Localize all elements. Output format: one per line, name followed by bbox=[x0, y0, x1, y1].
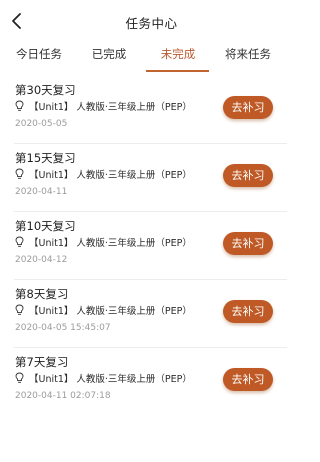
page-title: 任务中心 bbox=[125, 16, 178, 31]
item-title: 第7天复习 bbox=[15, 355, 69, 369]
item-date: 2020-04-05 15:45:07 bbox=[15, 323, 111, 333]
item-title: 第8天复习 bbox=[15, 287, 69, 301]
tab-incomplete[interactable]: 未完成 bbox=[143, 42, 213, 72]
bulb-icon bbox=[15, 236, 24, 247]
active-tab-indicator bbox=[146, 70, 209, 72]
item-date: 2020-04-12 bbox=[15, 255, 68, 265]
item-date: 2020-04-11 bbox=[15, 187, 68, 197]
list-item: 第8天复习 【Unit1】 人教版·三年级上册（PEP） 2020-04-05 … bbox=[0, 280, 303, 348]
item-description: 【Unit1】 人教版·三年级上册（PEP） bbox=[29, 374, 192, 385]
list-item: 第7天复习 【Unit1】 人教版·三年级上册（PEP） 2020-04-11 … bbox=[0, 348, 303, 416]
item-title: 第15天复习 bbox=[15, 151, 76, 165]
makeup-button[interactable]: 去补习 bbox=[223, 164, 273, 187]
makeup-button[interactable]: 去补习 bbox=[223, 96, 273, 119]
tab-today[interactable]: 今日任务 bbox=[4, 42, 74, 72]
makeup-button[interactable]: 去补习 bbox=[223, 368, 273, 391]
bulb-icon bbox=[15, 168, 24, 179]
item-description: 【Unit1】 人教版·三年级上册（PEP） bbox=[29, 306, 192, 317]
list-item: 第15天复习 【Unit1】 人教版·三年级上册（PEP） 2020-04-11… bbox=[0, 144, 303, 212]
makeup-button[interactable]: 去补习 bbox=[223, 300, 273, 323]
list-item: 第10天复习 【Unit1】 人教版·三年级上册（PEP） 2020-04-12… bbox=[0, 212, 303, 280]
makeup-button[interactable]: 去补习 bbox=[223, 232, 273, 255]
item-date: 2020-05-05 bbox=[15, 119, 68, 129]
tab-bar: 今日任务 已完成 未完成 将来任务 bbox=[0, 42, 303, 72]
item-description: 【Unit1】 人教版·三年级上册（PEP） bbox=[29, 102, 192, 113]
tab-completed[interactable]: 已完成 bbox=[74, 42, 144, 72]
bulb-icon bbox=[15, 372, 24, 383]
item-description: 【Unit1】 人教版·三年级上册（PEP） bbox=[29, 238, 192, 249]
bulb-icon bbox=[15, 304, 24, 315]
list-item: 第30天复习 【Unit1】 人教版·三年级上册（PEP） 2020-05-05… bbox=[0, 76, 303, 144]
tab-future[interactable]: 将来任务 bbox=[213, 42, 283, 72]
item-title: 第10天复习 bbox=[15, 219, 76, 233]
header-bar: 任务中心 bbox=[0, 0, 303, 42]
item-description: 【Unit1】 人教版·三年级上册（PEP） bbox=[29, 170, 192, 181]
item-title: 第30天复习 bbox=[15, 83, 76, 97]
item-date: 2020-04-11 02:07:18 bbox=[15, 391, 111, 401]
bulb-icon bbox=[15, 100, 24, 111]
